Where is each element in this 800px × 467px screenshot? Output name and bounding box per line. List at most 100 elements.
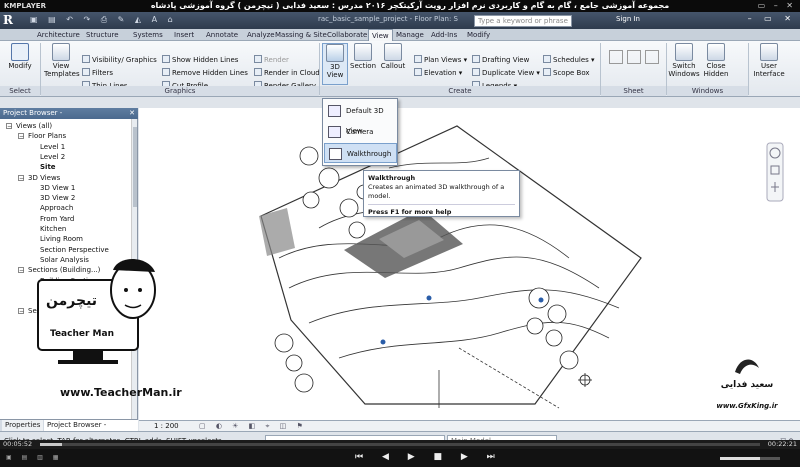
title-block-icon: [645, 50, 660, 64]
cloud-icon: [254, 68, 262, 76]
tree-toggle-icon[interactable]: −: [18, 267, 24, 274]
tree-toggle-icon[interactable]: −: [18, 133, 24, 140]
playback-buttons[interactable]: ⏮ ◀ ▶ ■ ▶ ⏭: [355, 452, 503, 462]
tab-collaborate[interactable]: Collaborate: [324, 29, 370, 41]
drawing-canvas[interactable]: [139, 108, 800, 420]
volume-slider[interactable]: [720, 457, 780, 460]
tab-structure[interactable]: Structure: [83, 29, 122, 41]
plan-views-icon: [414, 55, 422, 63]
close-icon[interactable]: ✕: [129, 108, 135, 119]
modify-button[interactable]: Modify: [7, 43, 33, 70]
duplicate-view-button[interactable]: Duplicate View ▾: [472, 68, 540, 78]
player-logo: KMPLAYER: [4, 2, 46, 10]
tree-item[interactable]: Kitchen: [40, 224, 66, 234]
filters-button[interactable]: Filters: [82, 68, 113, 78]
section-button[interactable]: Section: [350, 43, 376, 70]
tab-systems[interactable]: Systems: [130, 29, 166, 41]
tab-architecture[interactable]: Architecture: [34, 29, 83, 41]
render-in-cloud-button[interactable]: Render in Cloud: [254, 68, 320, 78]
tooltip-title: Walkthrough: [368, 174, 416, 182]
tree-item[interactable]: Level 2: [40, 152, 65, 162]
tab-annotate[interactable]: Annotate: [203, 29, 241, 41]
tree-item[interactable]: Floor Plans: [28, 131, 66, 141]
elevation-icon: [414, 68, 422, 76]
remove-hidden-lines-icon: [162, 68, 170, 76]
ribbon-tabs: Architecture Structure Systems Insert Annota…: [0, 29, 800, 42]
visibility-icon: [82, 55, 90, 63]
seek-progress: [40, 443, 62, 446]
schedules-button[interactable]: Schedules ▾: [543, 55, 595, 65]
tab-properties[interactable]: Properties: [2, 420, 44, 431]
quick-access-icons[interactable]: ▣ ▤ ↶ ↷ ⎙ ✎ ◭ A ⌂: [30, 15, 250, 26]
visibility-graphics-button[interactable]: Visibility/ Graphics: [82, 55, 157, 65]
switch-windows-icon: [675, 43, 693, 61]
callout-button[interactable]: Callout: [378, 43, 408, 70]
tree-item[interactable]: Approach: [40, 203, 73, 213]
tab-project-browser[interactable]: Project Browser - rac_basic...: [44, 420, 138, 440]
user-interface-button[interactable]: User Interface: [752, 43, 786, 78]
navigation-bar[interactable]: [766, 142, 784, 202]
scope-box-button[interactable]: Scope Box: [543, 68, 590, 78]
tree-item[interactable]: Level 1: [40, 142, 65, 152]
menu-item-default-3d-view[interactable]: Default 3D View: [324, 101, 397, 135]
filter-icon: [82, 68, 90, 76]
site-plan-drawing: [259, 125, 642, 409]
revit-logo-icon[interactable]: R: [3, 13, 23, 28]
show-hidden-lines-button[interactable]: Show Hidden Lines: [162, 55, 238, 65]
show-hidden-lines-icon: [162, 55, 170, 63]
sign-in-button[interactable]: Sign In: [616, 15, 640, 23]
tree-item[interactable]: 3D View 1: [40, 183, 75, 193]
tab-massing-site[interactable]: Massing & Site: [272, 29, 330, 41]
plan-views-button[interactable]: Plan Views ▾: [414, 55, 467, 65]
tab-add-ins[interactable]: Add-Ins: [428, 29, 460, 41]
player-controls: ▣ ▤ ▥ ▦ ⏮ ◀ ▶ ■ ▶ ⏭: [0, 449, 800, 467]
tab-insert[interactable]: Insert: [171, 29, 197, 41]
close-hidden-icon: [707, 43, 725, 61]
revit-window: R ▣ ▤ ↶ ↷ ⎙ ✎ ◭ A ⌂ rac_basic_sample_pro…: [0, 12, 800, 449]
tree-item[interactable]: Living Room: [40, 234, 83, 244]
view-templates-button[interactable]: View Templates: [44, 43, 80, 78]
player-window-controls[interactable]: ▭ – ✕: [758, 0, 796, 12]
remove-hidden-lines-button[interactable]: Remove Hidden Lines: [162, 68, 248, 78]
menu-item-camera[interactable]: Camera: [324, 122, 397, 142]
sheet-icon: [608, 50, 623, 64]
total-time: 00:22:21: [767, 440, 797, 448]
tree-item[interactable]: 3D Views: [28, 173, 60, 183]
panel-label-select[interactable]: Select: [0, 86, 40, 96]
project-browser-tabs: Properties Project Browser - rac_basic..…: [0, 419, 138, 440]
drafting-view-button[interactable]: Drafting View: [472, 55, 529, 65]
ribbon: Modify View Templates Visibility/ Graphi…: [0, 41, 800, 105]
tab-modify[interactable]: Modify: [464, 29, 493, 41]
elevation-button[interactable]: Elevation ▾: [414, 68, 462, 78]
panel-label-graphics: Graphics: [41, 86, 319, 96]
teapot-icon: [254, 55, 262, 63]
drafting-view-icon: [472, 55, 480, 63]
teacherman-caricature: تیچرمن Teacher Man: [37, 258, 156, 364]
teacherman-watermark: تیچرمن Teacher Man www.TeacherMan.ir: [28, 250, 182, 405]
walkthrough-tooltip: Walkthrough Creates an animated 3D walkt…: [363, 170, 520, 217]
tree-item[interactable]: 3D View 2: [40, 193, 75, 203]
tree-item[interactable]: From Yard: [40, 214, 74, 224]
project-browser-header[interactable]: Project Browser - rac_basic_sample_pr...…: [0, 108, 138, 128]
callout-icon: [384, 43, 402, 61]
tooltip-help: Press F1 for more help: [368, 208, 452, 216]
menu-item-walkthrough[interactable]: Walkthrough: [324, 143, 397, 163]
options-bar: [0, 97, 800, 108]
tree-toggle-icon[interactable]: −: [18, 174, 24, 181]
window-controls[interactable]: – ▭ ✕: [748, 14, 796, 23]
tree-item[interactable]: Site: [40, 162, 56, 172]
switch-windows-button[interactable]: Switch Windows: [668, 43, 700, 78]
close-hidden-button[interactable]: Close Hidden: [702, 43, 730, 78]
tab-manage[interactable]: Manage: [393, 29, 427, 41]
render-button[interactable]: Render: [254, 55, 289, 65]
tree-item[interactable]: Views (all): [16, 121, 52, 131]
tree-toggle-icon[interactable]: −: [6, 123, 12, 130]
teacherman-label: Teacher Man: [50, 329, 114, 339]
search-input[interactable]: Type a keyword or phrase: [474, 15, 572, 27]
tree-toggle-icon[interactable]: −: [18, 308, 24, 315]
quick-access-toolbar: R ▣ ▤ ↶ ↷ ⎙ ✎ ◭ A ⌂ rac_basic_sample_pro…: [0, 12, 800, 29]
3d-view-button[interactable]: 3D View: [322, 43, 348, 85]
player-mode-icons[interactable]: ▣ ▤ ▥ ▦: [6, 454, 62, 461]
player-seek-bar[interactable]: 00:05:52 00:22:21: [0, 440, 800, 449]
sheet-composition-tools[interactable]: [604, 49, 664, 67]
